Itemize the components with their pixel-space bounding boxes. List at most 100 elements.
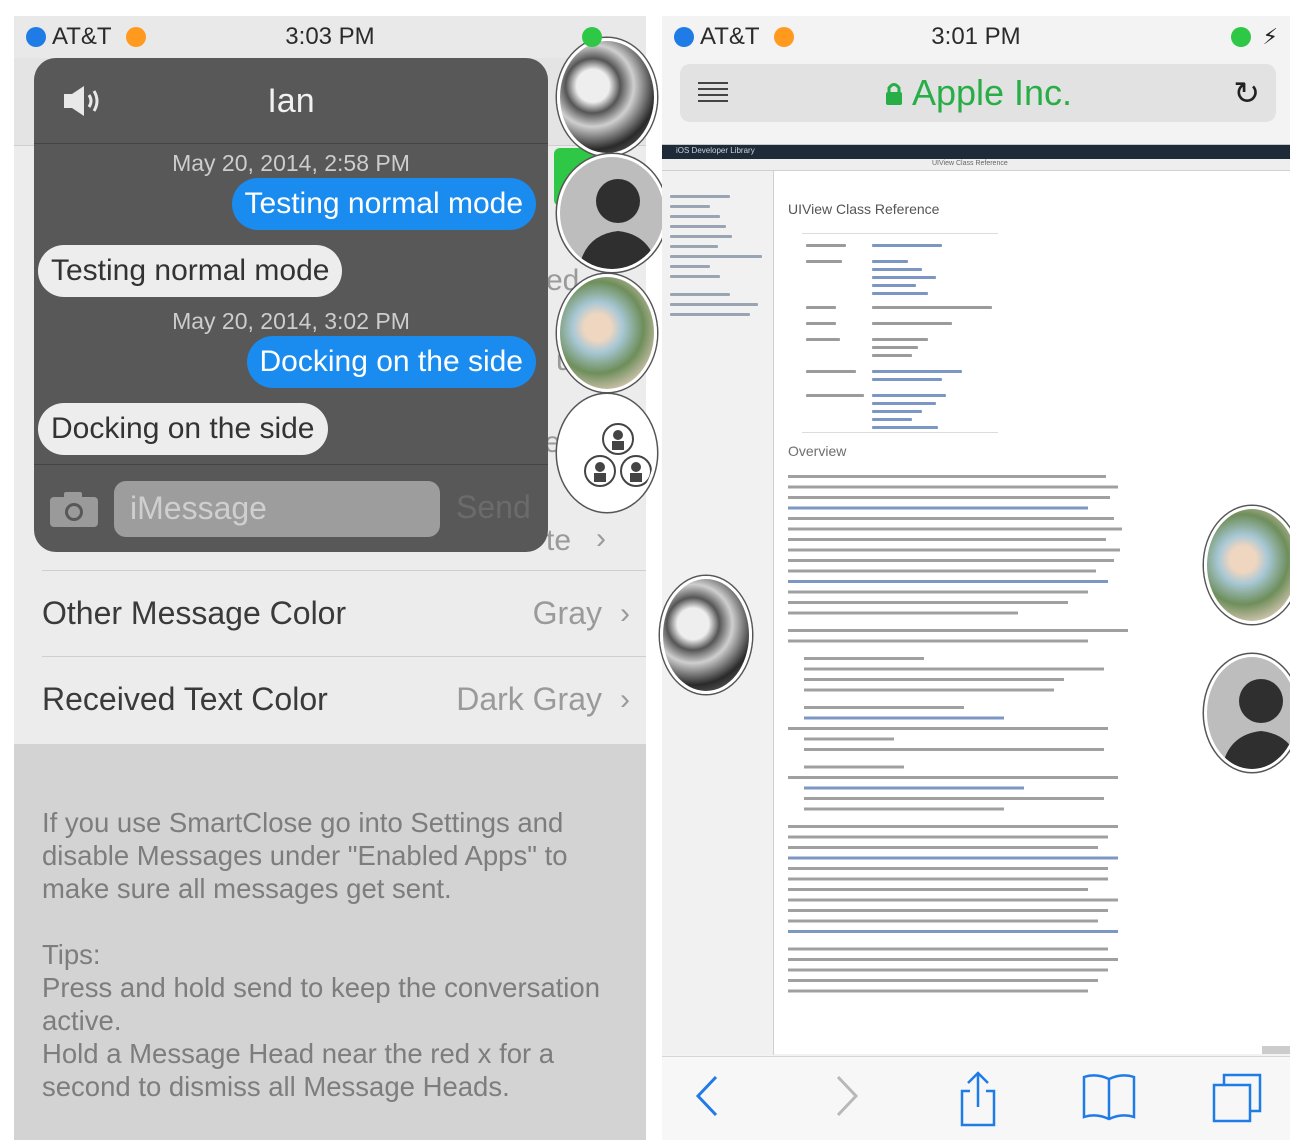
- reload-icon[interactable]: ↻: [1233, 74, 1260, 112]
- toc-entry[interactable]: [670, 293, 730, 296]
- text-line: [804, 797, 1104, 800]
- share-icon[interactable]: [956, 1071, 1000, 1132]
- tabs-icon[interactable]: [1210, 1071, 1264, 1130]
- chevron-right-icon: ›: [620, 682, 630, 716]
- message-input-placeholder: iMessage: [130, 490, 267, 526]
- send-button[interactable]: Send: [456, 489, 531, 526]
- text-line: [788, 639, 1088, 643]
- text-line: [788, 989, 1088, 993]
- battery-indicator-icon: [1230, 27, 1251, 47]
- setting-label: Other Message Color: [42, 595, 347, 631]
- outgoing-message[interactable]: Testing normal mode: [231, 178, 536, 230]
- text-line: [788, 947, 1108, 951]
- clock: 3:03 PM: [285, 23, 375, 50]
- toc-entry[interactable]: [670, 205, 710, 208]
- text-line: [804, 688, 1054, 692]
- message-input[interactable]: iMessage: [114, 481, 440, 537]
- toc-entry[interactable]: [670, 275, 720, 278]
- toc-entry[interactable]: [670, 265, 710, 268]
- url-host-text: Apple Inc.: [911, 72, 1073, 113]
- message-head-avatar[interactable]: [660, 576, 752, 694]
- text-line: [788, 559, 1114, 562]
- text-line: [788, 930, 1118, 933]
- text-line: [804, 786, 1024, 790]
- message-head-avatar[interactable]: [557, 154, 667, 272]
- text-line: [804, 737, 894, 741]
- toc-entry[interactable]: [670, 225, 726, 228]
- lock-icon: [884, 72, 912, 113]
- text-line: [788, 968, 1108, 972]
- toc-entry[interactable]: [670, 245, 718, 248]
- text-line: [788, 898, 1118, 902]
- text-line: [788, 629, 1128, 632]
- tip-send: Press and hold send to keep the conversa…: [42, 972, 601, 1036]
- person-silhouette-icon: [578, 179, 658, 269]
- message-head-group[interactable]: [557, 394, 657, 512]
- text-line: [788, 776, 1118, 779]
- incoming-message[interactable]: Testing normal mode: [38, 245, 343, 297]
- text-line: [788, 909, 1108, 912]
- text-line: [788, 856, 1118, 860]
- overview-heading: Overview: [788, 443, 847, 459]
- text-line: [788, 580, 1108, 583]
- outgoing-message[interactable]: Docking on the side: [246, 336, 536, 388]
- text-line: [804, 765, 904, 769]
- text-line: [788, 958, 1118, 961]
- back-icon[interactable]: [690, 1071, 726, 1126]
- forward-icon[interactable]: [828, 1071, 864, 1126]
- charging-icon: ⚡: [1262, 24, 1278, 49]
- incoming-message[interactable]: Docking on the side: [38, 403, 328, 455]
- setting-label: Received Text Color: [42, 681, 328, 717]
- doc-title: UIView Class Reference: [788, 201, 940, 217]
- chevron-right-icon: ›: [620, 596, 630, 630]
- clock: 3:01 PM: [931, 23, 1021, 50]
- chevron-right-icon: ›: [596, 522, 606, 555]
- toc-entry[interactable]: [670, 235, 732, 238]
- text-line: [788, 846, 1098, 849]
- text-line: [788, 590, 1088, 594]
- web-content[interactable]: iOS Developer Library UIView Class Refer…: [662, 144, 1290, 1055]
- text-line: [788, 527, 1122, 531]
- toc-entry[interactable]: [670, 255, 762, 258]
- right-screen: AT&T 3:01 PM ⚡ Apple Inc. ↻ iOS Develope…: [662, 16, 1290, 1140]
- settings-footer: If you use SmartClose go into Settings a…: [14, 744, 646, 1140]
- message-head-avatar[interactable]: [1204, 506, 1290, 624]
- page-crumb: UIView Class Reference: [932, 160, 1008, 167]
- text-line: [788, 979, 1098, 982]
- message-head-avatar[interactable]: [1204, 654, 1290, 772]
- address-bar[interactable]: Apple Inc. ↻: [680, 64, 1276, 122]
- text-line: [788, 538, 1106, 541]
- text-line: [804, 706, 964, 709]
- text-line: [788, 835, 1108, 839]
- scrollbar[interactable]: [1262, 1046, 1290, 1054]
- setting-value: Dark Gray: [456, 681, 602, 717]
- text-line: [804, 667, 1104, 671]
- bookmarks-icon[interactable]: [1080, 1071, 1138, 1128]
- setting-row-other-message-color[interactable]: Other Message Color Gray ›: [42, 570, 646, 656]
- library-title: iOS Developer Library: [676, 146, 755, 155]
- text-line: [788, 517, 1114, 520]
- url-host[interactable]: Apple Inc.: [680, 72, 1276, 114]
- tips-title: Tips:: [42, 939, 101, 970]
- browser-toolbar: [662, 1056, 1290, 1140]
- text-line: [788, 475, 1106, 478]
- overview-body-text: [788, 475, 1128, 993]
- text-line: [788, 569, 1096, 573]
- setting-row-received-text-color[interactable]: Received Text Color Dark Gray ›: [42, 656, 646, 742]
- text-line: [788, 919, 1098, 923]
- message-head-avatar[interactable]: [557, 274, 657, 392]
- toc-entry[interactable]: [670, 303, 758, 306]
- text-line: [788, 825, 1118, 828]
- message-timestamp: May 20, 2014, 3:02 PM: [172, 308, 410, 334]
- toc-entry[interactable]: [670, 313, 750, 316]
- toc-entry[interactable]: [670, 215, 720, 218]
- class-info-table: [802, 233, 998, 433]
- camera-icon[interactable]: [48, 489, 100, 534]
- message-head-avatar[interactable]: [557, 38, 657, 156]
- message-timestamp: May 20, 2014, 2:58 PM: [172, 150, 410, 176]
- text-line: [788, 506, 1088, 510]
- chat-header: Ian: [34, 58, 548, 144]
- toc-entry[interactable]: [670, 195, 730, 198]
- text-line: [788, 496, 1110, 499]
- text-line: [804, 807, 1004, 811]
